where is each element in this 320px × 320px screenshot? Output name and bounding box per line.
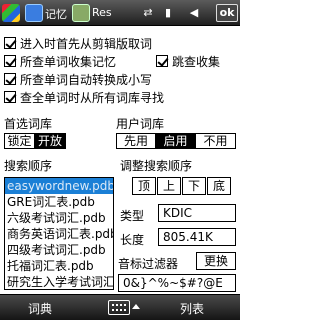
open-button[interactable]: 开放 <box>35 134 65 148</box>
list-item[interactable]: 研究生入学考试词汇 <box>5 274 113 289</box>
phonetic-filter-input[interactable]: 0&}^%~$#?@E <box>118 274 236 292</box>
checkbox-jump-collection[interactable]: 跳查收集 <box>156 53 220 69</box>
checkbox[interactable] <box>4 37 16 49</box>
preferred-dict-label: 首选词库 <box>4 117 53 131</box>
checkbox[interactable] <box>4 55 16 67</box>
lock-button[interactable]: 锁定 <box>5 134 35 148</box>
list-item[interactable]: 四级考试词汇.pdb <box>5 242 113 258</box>
preferred-dict-toggle: 锁定 开放 <box>4 133 66 149</box>
user-dict-label: 用户词库 <box>116 117 165 131</box>
phonetic-filter-label: 音标过滤器 <box>118 257 179 271</box>
dictionary-list[interactable]: easywordnew.pdb GRE词汇表.pdb 六级考试词汇.pdb 商务… <box>4 177 114 290</box>
disable-button[interactable]: 不用 <box>196 134 235 148</box>
volume-icon[interactable]: ◀ <box>186 5 202 21</box>
caret-up-icon[interactable] <box>132 304 140 309</box>
signal-icon[interactable]: ▮ <box>160 5 176 21</box>
checkbox-search-all-dicts[interactable]: 查全单词时从所有词库寻找 <box>4 89 164 105</box>
list-item[interactable]: GRE词汇表.pdb <box>5 194 113 210</box>
title-bar: 记忆 Res ⇄ ▮ ◀ ok <box>0 0 240 26</box>
use-first-button[interactable]: 先用 <box>117 134 156 148</box>
move-down-button[interactable]: 下 <box>182 177 206 195</box>
checkbox-label: 所查单词自动转换成小写 <box>20 72 153 87</box>
update-button[interactable]: 更换 <box>196 252 236 270</box>
checkbox-record-lookups[interactable]: 所查单词收集记忆 <box>4 53 116 69</box>
keyboard-icon[interactable] <box>108 300 130 315</box>
move-top-button[interactable]: 顶 <box>132 177 156 195</box>
checkbox-label: 进入时首先从剪辑版取词 <box>20 36 153 51</box>
list-item[interactable]: easywordnew.pdb <box>5 178 113 194</box>
type-label: 类型 <box>120 209 145 223</box>
windows-flag-icon[interactable] <box>2 4 20 22</box>
checkbox-label: 跳查收集 <box>172 54 221 69</box>
ok-button[interactable]: ok <box>216 4 238 22</box>
network-icon[interactable]: ⇄ <box>140 5 156 21</box>
settings-panel: 进入时首先从剪辑版取词 所查单词收集记忆 跳查收集 所查单词自动转换成小写 查全… <box>0 27 240 294</box>
checkbox[interactable] <box>4 73 16 85</box>
enable-button[interactable]: 启用 <box>156 134 196 148</box>
checkbox-label: 所查单词收集记忆 <box>20 54 117 69</box>
app-tab-memory[interactable]: 记忆 <box>45 6 67 22</box>
list-item[interactable]: 六级考试词汇.pdb <box>5 210 113 226</box>
move-up-button[interactable]: 上 <box>157 177 181 195</box>
list-item[interactable]: 托福词汇表.pdb <box>5 258 113 274</box>
user-dict-toggle: 先用 启用 不用 <box>116 133 236 149</box>
checkbox[interactable] <box>156 55 168 67</box>
checkbox-enter-clipboard[interactable]: 进入时首先从剪辑版取词 <box>4 35 152 51</box>
length-label: 长度 <box>120 233 145 247</box>
length-field: 805.41K <box>158 228 236 246</box>
app-icon[interactable] <box>72 4 90 22</box>
app-icon[interactable] <box>25 4 43 22</box>
checkbox-auto-lowercase[interactable]: 所查单词自动转换成小写 <box>4 71 152 87</box>
search-order-label: 搜索顺序 <box>4 159 53 173</box>
checkbox-label: 查全单词时从所有词库寻找 <box>20 90 165 105</box>
type-field: KDIC <box>158 204 236 222</box>
bottom-bar: 词典 列表 <box>0 294 240 320</box>
move-bottom-button[interactable]: 底 <box>207 177 231 195</box>
adjust-order-label: 调整搜索顺序 <box>120 159 193 173</box>
list-softkey[interactable]: 列表 <box>180 300 204 317</box>
app-tab-res[interactable]: Res <box>92 6 112 19</box>
dictionary-softkey[interactable]: 词典 <box>28 300 52 317</box>
list-item[interactable]: 商务英语词汇表.pdb <box>5 226 113 242</box>
checkbox[interactable] <box>4 91 16 103</box>
